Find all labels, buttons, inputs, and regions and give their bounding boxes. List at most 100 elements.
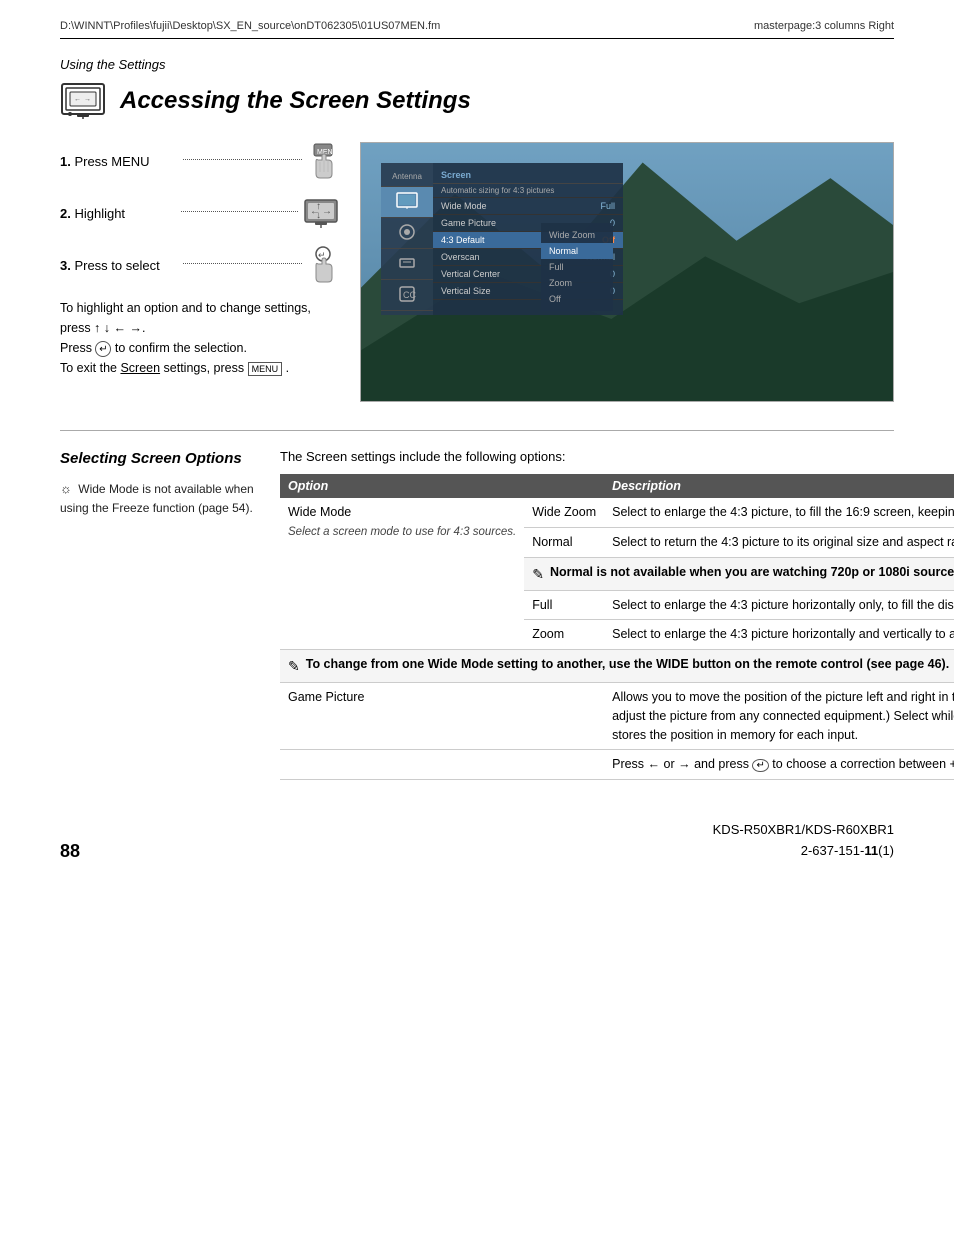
highlight-icon: ← → ↑ ↓ (302, 194, 340, 232)
step-notes: To highlight an option and to change set… (60, 298, 340, 378)
osd-sub-widezoom: Wide Zoom (541, 227, 613, 243)
intro-text: The Screen settings include the followin… (280, 449, 954, 464)
step-note-line2: press ↑ ↓ ← →. (60, 318, 340, 338)
step-3-text: 3. Press to select (60, 258, 179, 273)
step-2-text: 2. Highlight (60, 206, 177, 221)
desc-cell: Select to return the 4:3 picture to its … (604, 527, 954, 557)
page: D:\WINNT\Profiles\fujii\Desktop\SX_EN_so… (0, 0, 954, 902)
model-paren: (1) (878, 843, 894, 858)
model-prefix: 2-637-151- (801, 843, 865, 858)
steps-screenshot: 1. Press MENU MEN 2. Highlight (60, 142, 894, 402)
model-line2: 2-637-151-11(1) (713, 841, 894, 862)
model-bold: 11 (864, 843, 878, 858)
note-pencil-icon: ✎ (532, 564, 544, 585)
step-2-dots (181, 211, 298, 212)
header-right: masterpage:3 columns Right (754, 20, 894, 32)
osd-sidebar-4 (381, 249, 433, 280)
svg-text:→: → (84, 96, 91, 103)
svg-text:←: ← (74, 96, 81, 103)
note-cell-wide-inner: ✎ To change from one Wide Mode setting t… (288, 655, 954, 677)
step-note-line4: To exit the Screen settings, press MENU … (60, 358, 340, 378)
suboption-cell: Full (524, 590, 604, 620)
note-pencil-wide-icon: ✎ (288, 656, 300, 677)
svg-text:→: → (322, 206, 332, 217)
note-cell-normal: ✎ Normal is not available when you are w… (524, 557, 954, 590)
desc-cell-game-sub: Press ← or → and press ↵ to choose a cor… (604, 750, 954, 780)
model-line1: KDS-R50XBR1/KDS-R60XBR1 (713, 820, 894, 841)
mid-rule (60, 430, 894, 431)
option-wide-mode: Wide Mode (288, 505, 351, 519)
page-title: Accessing the Screen Settings (120, 87, 471, 115)
page-footer: 88 KDS-R50XBR1/KDS-R60XBR1 2-637-151-11(… (60, 810, 894, 862)
option-wide-mode-note: Select a screen mode to use for 4:3 sour… (288, 526, 516, 538)
doc-header: D:\WINNT\Profiles\fujii\Desktop\SX_EN_so… (60, 20, 894, 32)
osd-sidebar: Antenna CC (381, 163, 433, 315)
note-cell-inner: ✎ Normal is not available when you are w… (532, 563, 954, 585)
note-cell-wide: ✎ To change from one Wide Mode setting t… (280, 650, 954, 683)
table-header-row: Option Description (280, 474, 954, 498)
title-row: ← → Accessing the Screen Settings (60, 82, 894, 120)
screen-settings-icon: ← → (60, 82, 106, 120)
osd-sidebar-screen (381, 187, 433, 218)
option-cell-game: Game Picture (280, 683, 524, 750)
selecting-title: Selecting Screen Options (60, 449, 260, 469)
suboption-cell-game-sub (524, 750, 604, 780)
top-rule (60, 38, 894, 39)
table-wide-note-row: ✎ To change from one Wide Mode setting t… (280, 650, 954, 683)
section-label: Using the Settings (60, 57, 894, 72)
step-3-dots (183, 263, 302, 264)
osd-sub-zoom: Zoom (541, 275, 613, 291)
step-1-dots (183, 159, 302, 160)
desc-cell: Select to enlarge the 4:3 picture, to fi… (604, 498, 954, 527)
desc-cell-game: Allows you to move the position of the p… (604, 683, 954, 750)
step-3: 3. Press to select ↵ (60, 246, 340, 284)
selecting-note: ☼ Wide Mode is not available when using … (60, 479, 260, 518)
step-note-line3: Press ↵ to confirm the selection. (60, 338, 340, 358)
suboption-cell-game (524, 683, 604, 750)
screenshot-column: Antenna CC (360, 142, 894, 402)
steps-column: 1. Press MENU MEN 2. Highlight (60, 142, 340, 402)
note-normal-text: Normal is not available when you are wat… (550, 563, 954, 582)
osd-screen-title: Screen (433, 167, 623, 184)
options-table: Option Description Wide Mode Select a sc… (280, 474, 954, 780)
step-2: 2. Highlight ← → ↑ ↓ (60, 194, 340, 232)
osd-row-widemode: Wide ModeFull (433, 198, 623, 215)
osd-sidebar-3 (381, 218, 433, 249)
option-cell-game-sub (280, 750, 524, 780)
suboption-cell: Wide Zoom (524, 498, 604, 527)
selecting-section: Selecting Screen Options ☼ Wide Mode is … (60, 449, 894, 780)
desc-cell: Select to enlarge the 4:3 picture horizo… (604, 620, 954, 650)
suboption-cell: Zoom (524, 620, 604, 650)
confirm-icon: ↵ (95, 341, 111, 357)
table-row-gamepicture-sub: Press ← or → and press ↵ to choose a cor… (280, 750, 954, 780)
col-description: Description (604, 474, 954, 498)
osd-sidebar-5: CC (381, 280, 433, 311)
selecting-left: Selecting Screen Options ☼ Wide Mode is … (60, 449, 260, 780)
step-1: 1. Press MENU MEN (60, 142, 340, 180)
osd-subtitle: Automatic sizing for 4:3 pictures (433, 184, 623, 198)
model-info: KDS-R50XBR1/KDS-R60XBR1 2-637-151-11(1) (713, 820, 894, 862)
suboption-cell: Normal (524, 527, 604, 557)
header-left: D:\WINNT\Profiles\fujii\Desktop\SX_EN_so… (60, 20, 440, 32)
col-suboption (524, 474, 604, 498)
option-cell: Wide Mode Select a screen mode to use fo… (280, 498, 524, 650)
svg-text:CC: CC (403, 290, 416, 300)
osd-sidebar-antenna: Antenna (381, 167, 433, 187)
menu-hand-icon: MEN (306, 142, 340, 180)
sun-icon: ☼ (60, 479, 72, 499)
desc-cell: Select to enlarge the 4:3 picture horizo… (604, 590, 954, 620)
col-option: Option (280, 474, 524, 498)
table-row: Wide Mode Select a screen mode to use fo… (280, 498, 954, 527)
osd-sub-full: Full (541, 259, 613, 275)
step-note-line1: To highlight an option and to change set… (60, 298, 340, 318)
osd-menu: Antenna CC (381, 163, 623, 315)
osd-sub-off: Off (541, 291, 613, 307)
select-hand-icon: ↵ (306, 246, 340, 284)
note-wide-text: To change from one Wide Mode setting to … (306, 655, 949, 674)
selecting-right: The Screen settings include the followin… (280, 449, 954, 780)
selecting-note-text: Wide Mode is not available when using th… (60, 482, 254, 515)
screenshot-box: Antenna CC (360, 142, 894, 402)
svg-text:↓: ↓ (316, 210, 321, 221)
table-row-gamepicture: Game Picture Allows you to move the posi… (280, 683, 954, 750)
osd-sub-normal: Normal (541, 243, 613, 259)
